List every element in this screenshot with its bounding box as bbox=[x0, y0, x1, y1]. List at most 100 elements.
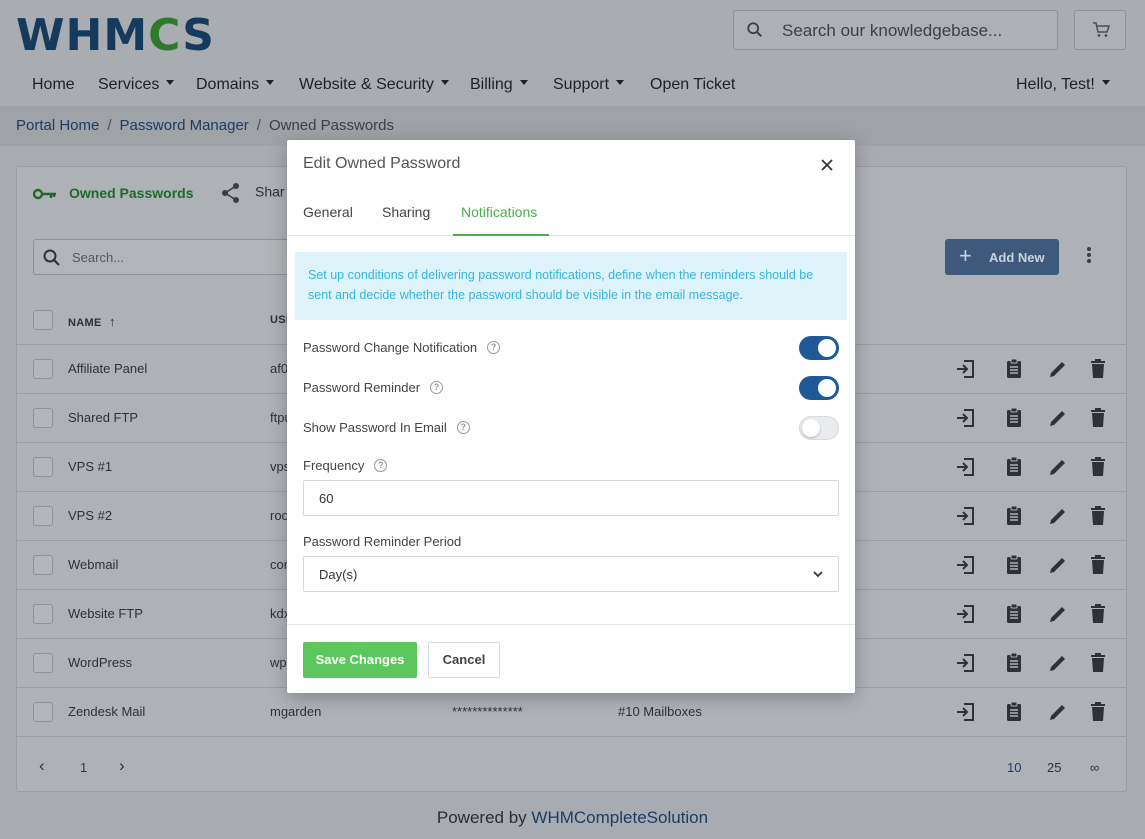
edit-icon[interactable] bbox=[1047, 652, 1069, 674]
clipboard-icon[interactable] bbox=[1003, 505, 1025, 527]
page-size-all[interactable]: ∞ bbox=[1090, 760, 1099, 775]
help-icon[interactable]: ? bbox=[374, 459, 388, 473]
row-checkbox[interactable] bbox=[33, 506, 53, 526]
nav-home[interactable]: Home bbox=[32, 76, 75, 94]
header: WHMCS Search our knowledgebase... bbox=[0, 0, 1145, 66]
login-icon[interactable] bbox=[955, 456, 977, 478]
add-new-button[interactable]: + Add New bbox=[945, 239, 1059, 275]
save-changes-button[interactable]: Save Changes bbox=[303, 642, 417, 678]
nav-services[interactable]: Services bbox=[98, 76, 175, 94]
show-in-email-toggle[interactable] bbox=[799, 416, 839, 440]
modal-footer: Save Changes Cancel bbox=[287, 624, 855, 693]
knowledgebase-search[interactable]: Search our knowledgebase... bbox=[733, 10, 1058, 50]
nav-billing[interactable]: Billing bbox=[470, 76, 528, 94]
column-name[interactable]: NAME ↑ bbox=[68, 314, 116, 329]
breadcrumb-password-manager[interactable]: Password Manager bbox=[120, 117, 249, 134]
delete-icon[interactable] bbox=[1087, 505, 1109, 527]
info-alert: Set up conditions of delivering password… bbox=[295, 252, 847, 320]
page-size-10[interactable]: 10 bbox=[1007, 760, 1021, 775]
row-name: Website FTP bbox=[68, 606, 143, 621]
period-select[interactable]: Day(s) bbox=[303, 556, 839, 592]
tab-owned-passwords[interactable]: Owned Passwords bbox=[32, 185, 193, 201]
clipboard-icon[interactable] bbox=[1003, 701, 1025, 723]
more-options-icon[interactable] bbox=[1087, 247, 1093, 265]
edit-icon[interactable] bbox=[1047, 701, 1069, 723]
tab-sharing[interactable]: Sharing bbox=[382, 204, 430, 220]
nav-support[interactable]: Support bbox=[553, 76, 625, 94]
row-checkbox[interactable] bbox=[33, 604, 53, 624]
delete-icon[interactable] bbox=[1087, 358, 1109, 380]
select-all-checkbox[interactable] bbox=[33, 310, 53, 330]
login-icon[interactable] bbox=[955, 505, 977, 527]
nav-open-ticket[interactable]: Open Ticket bbox=[650, 76, 735, 94]
breadcrumb-separator: / bbox=[107, 117, 112, 134]
tab-general[interactable]: General bbox=[303, 204, 353, 220]
edit-icon[interactable] bbox=[1047, 358, 1069, 380]
prev-page-icon[interactable]: ‹ bbox=[39, 756, 45, 776]
clipboard-icon[interactable] bbox=[1003, 652, 1025, 674]
tab-notifications[interactable]: Notifications bbox=[461, 204, 537, 220]
change-notification-toggle[interactable] bbox=[799, 336, 839, 360]
row-name: VPS #2 bbox=[68, 508, 113, 523]
row-checkbox[interactable] bbox=[33, 359, 53, 379]
page-number[interactable]: 1 bbox=[80, 760, 87, 775]
delete-icon[interactable] bbox=[1087, 652, 1109, 674]
nav-website-security[interactable]: Website & Security bbox=[299, 76, 449, 94]
clipboard-icon[interactable] bbox=[1003, 358, 1025, 380]
breadcrumb-portal-home[interactable]: Portal Home bbox=[16, 117, 99, 134]
row-checkbox[interactable] bbox=[33, 653, 53, 673]
help-icon[interactable]: ? bbox=[430, 381, 444, 395]
nav-domains[interactable]: Domains bbox=[196, 76, 275, 94]
row-name: Shared FTP bbox=[68, 410, 139, 425]
reminder-toggle[interactable] bbox=[799, 376, 839, 400]
row-checkbox[interactable] bbox=[33, 408, 53, 428]
login-icon[interactable] bbox=[955, 603, 977, 625]
delete-icon[interactable] bbox=[1087, 407, 1109, 429]
cancel-button[interactable]: Cancel bbox=[428, 642, 500, 678]
edit-icon[interactable] bbox=[1047, 554, 1069, 576]
row-name: VPS #1 bbox=[68, 459, 113, 474]
chevron-down-icon bbox=[813, 571, 823, 578]
delete-icon[interactable] bbox=[1087, 603, 1109, 625]
knowledgebase-search-placeholder: Search our knowledgebase... bbox=[782, 21, 1003, 40]
row-related-service[interactable]: #10 Mailboxes bbox=[618, 704, 702, 719]
frequency-input[interactable]: 60 bbox=[303, 480, 839, 516]
edit-icon[interactable] bbox=[1047, 505, 1069, 527]
login-icon[interactable] bbox=[955, 407, 977, 429]
login-icon[interactable] bbox=[955, 652, 977, 674]
row-checkbox[interactable] bbox=[33, 457, 53, 477]
search-icon bbox=[747, 22, 763, 38]
login-icon[interactable] bbox=[955, 358, 977, 380]
cart-button[interactable] bbox=[1074, 10, 1126, 50]
row-checkbox[interactable] bbox=[33, 555, 53, 575]
next-page-icon[interactable]: › bbox=[119, 756, 125, 776]
close-icon[interactable] bbox=[817, 155, 837, 175]
clipboard-icon[interactable] bbox=[1003, 407, 1025, 429]
footer-link[interactable]: WHMCompleteSolution bbox=[531, 808, 708, 827]
row-name: Zendesk Mail bbox=[68, 704, 146, 719]
frequency-label: Frequency? bbox=[303, 458, 388, 473]
edit-icon[interactable] bbox=[1047, 603, 1069, 625]
help-icon[interactable]: ? bbox=[487, 341, 501, 355]
login-icon[interactable] bbox=[955, 554, 977, 576]
row-username: cor bbox=[270, 557, 289, 572]
tab-shared-passwords[interactable]: Shar bbox=[221, 182, 285, 204]
clipboard-icon[interactable] bbox=[1003, 554, 1025, 576]
delete-icon[interactable] bbox=[1087, 456, 1109, 478]
row-checkbox[interactable] bbox=[33, 702, 53, 722]
clipboard-icon[interactable] bbox=[1003, 603, 1025, 625]
login-icon[interactable] bbox=[955, 701, 977, 723]
clipboard-icon[interactable] bbox=[1003, 456, 1025, 478]
period-label: Password Reminder Period bbox=[303, 534, 462, 549]
row-username: roo bbox=[270, 508, 289, 523]
page-size-25[interactable]: 25 bbox=[1047, 760, 1061, 775]
delete-icon[interactable] bbox=[1087, 554, 1109, 576]
list-search-input[interactable]: Search... bbox=[33, 239, 293, 275]
delete-icon[interactable] bbox=[1087, 701, 1109, 723]
user-menu[interactable]: Hello, Test! bbox=[1016, 76, 1110, 94]
help-icon[interactable]: ? bbox=[456, 421, 470, 435]
edit-icon[interactable] bbox=[1047, 407, 1069, 429]
table-row[interactable]: Zendesk Mail mgarden ************** #10 Mai… bbox=[17, 688, 1126, 737]
edit-icon[interactable] bbox=[1047, 456, 1069, 478]
whmcs-logo[interactable]: WHMCS bbox=[16, 10, 215, 61]
